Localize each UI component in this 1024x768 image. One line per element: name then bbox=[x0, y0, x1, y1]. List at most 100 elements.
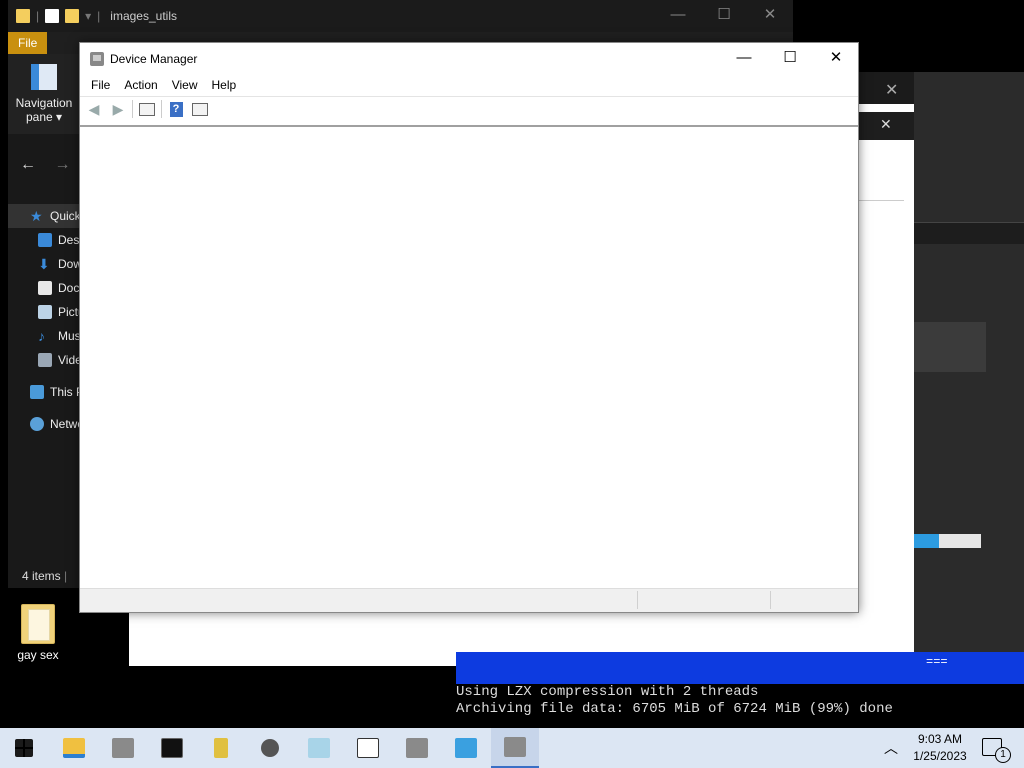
help-icon[interactable]: ? bbox=[166, 99, 186, 119]
device-manager-icon bbox=[504, 737, 526, 757]
tree-item-label: Network bbox=[50, 417, 80, 431]
tree-item-music[interactable]: ♪ Music bbox=[8, 324, 80, 348]
background-dialog: ✕ bbox=[856, 112, 914, 140]
background-box bbox=[914, 322, 986, 372]
divider bbox=[858, 200, 904, 201]
new-folder-icon[interactable] bbox=[65, 9, 80, 23]
device-manager-icon bbox=[112, 738, 134, 758]
device-manager-icon bbox=[90, 51, 104, 66]
tree-item-desktop[interactable]: Desktop bbox=[8, 228, 80, 252]
back-arrow-icon[interactable]: ◀ bbox=[84, 99, 104, 119]
minimize-button[interactable]: — bbox=[655, 0, 701, 32]
navigation-pane-button[interactable]: Navigation pane ▾ bbox=[14, 64, 74, 124]
console-line: Using LZX compression with 2 threads bbox=[456, 684, 759, 700]
navigation-tree: ★ Quick access Desktop ⬇ Downloads Docum… bbox=[8, 204, 80, 436]
notification-badge: 1 bbox=[995, 747, 1011, 763]
window-title: images_utils bbox=[110, 9, 177, 23]
documents-icon bbox=[38, 281, 52, 295]
command-prompt-icon bbox=[161, 738, 183, 758]
view-glyph bbox=[192, 102, 208, 116]
tree-item-documents[interactable]: Documents bbox=[8, 276, 80, 300]
help-glyph: ? bbox=[169, 101, 183, 117]
taskbar-sheet[interactable] bbox=[344, 728, 392, 768]
view-icon[interactable] bbox=[190, 99, 210, 119]
maximize-button[interactable]: ☐ bbox=[767, 43, 813, 74]
properties-icon[interactable] bbox=[45, 9, 60, 23]
forward-arrow-icon[interactable]: ▶ bbox=[108, 99, 128, 119]
download-icon: ⬇ bbox=[38, 256, 50, 272]
close-button[interactable]: ✕ bbox=[747, 0, 793, 32]
taskbar-registry[interactable] bbox=[197, 728, 245, 768]
minimize-button[interactable]: — bbox=[721, 43, 767, 74]
device-manager-icon bbox=[406, 738, 428, 758]
desktop-folder-icon[interactable]: gay sex bbox=[10, 604, 66, 662]
taskbar: ︿ 9:03 AM 1/25/2023 1 bbox=[0, 728, 1024, 768]
star-icon: ★ bbox=[30, 208, 43, 224]
taskbar-file-explorer[interactable] bbox=[50, 728, 98, 768]
device-tree-pane[interactable] bbox=[80, 125, 858, 587]
forward-arrow-icon[interactable]: → bbox=[54, 156, 70, 173]
desktop-icon-label: gay sex bbox=[17, 648, 59, 662]
file-explorer-icon bbox=[63, 738, 85, 758]
menu-help[interactable]: Help bbox=[205, 78, 244, 92]
sheet-icon bbox=[357, 738, 379, 758]
taskbar-drive[interactable] bbox=[295, 728, 343, 768]
taskbar-device-manager-active[interactable] bbox=[491, 728, 539, 768]
tree-item-network[interactable]: Network bbox=[8, 412, 80, 436]
background-dark-window bbox=[914, 72, 1024, 660]
progress-fill bbox=[914, 534, 939, 548]
music-icon: ♪ bbox=[38, 328, 45, 344]
tree-item-label: Documents bbox=[58, 281, 80, 295]
navigation-pane-label: Navigation pane bbox=[15, 96, 73, 124]
clock[interactable]: 9:03 AM 1/25/2023 bbox=[912, 731, 968, 765]
folder-icon bbox=[21, 604, 55, 644]
background-progress-bar bbox=[914, 534, 981, 548]
tab-file[interactable]: File bbox=[8, 32, 48, 54]
tree-item-this-pc[interactable]: This PC bbox=[8, 380, 80, 404]
properties-icon[interactable] bbox=[137, 99, 157, 119]
chevron-up-icon[interactable]: ︿ bbox=[884, 738, 898, 758]
tree-item-downloads[interactable]: ⬇ Downloads bbox=[8, 252, 80, 276]
back-arrow-icon[interactable]: ← bbox=[20, 156, 36, 173]
menu-view[interactable]: View bbox=[165, 78, 205, 92]
background-toolbar bbox=[914, 222, 1024, 244]
nav-arrows: ← → bbox=[20, 156, 70, 174]
tree-item-label: This PC bbox=[50, 385, 80, 399]
item-count: 4 items bbox=[22, 569, 61, 583]
folder-icon bbox=[16, 9, 30, 23]
notification-icon[interactable]: 1 bbox=[982, 738, 1011, 763]
start-button[interactable] bbox=[0, 728, 48, 768]
console-banner: === bbox=[456, 652, 1024, 684]
tree-item-label: Desktop bbox=[58, 233, 80, 247]
pictures-icon bbox=[38, 305, 52, 319]
divider: | bbox=[97, 9, 101, 23]
taskbar-device-manager-2[interactable] bbox=[393, 728, 441, 768]
taskbar-device-manager[interactable] bbox=[99, 728, 147, 768]
divider: | bbox=[36, 9, 40, 23]
close-icon[interactable]: ✕ bbox=[885, 80, 898, 100]
network-icon bbox=[30, 417, 44, 431]
taskbar-command-prompt[interactable] bbox=[148, 728, 196, 768]
menu-file[interactable]: File bbox=[84, 78, 117, 92]
desktop-icon bbox=[38, 233, 52, 247]
registry-key-icon bbox=[214, 738, 228, 758]
taskbar-settings[interactable] bbox=[246, 728, 294, 768]
drive-icon bbox=[308, 738, 330, 758]
menu-action[interactable]: Action bbox=[117, 78, 164, 92]
toolbar: ◀ ▶ ? bbox=[80, 96, 858, 121]
close-button[interactable]: ✕ bbox=[813, 43, 859, 74]
menu-bar: File Action View Help bbox=[80, 74, 858, 96]
taskbar-control-panel[interactable] bbox=[442, 728, 490, 768]
tree-item-videos[interactable]: Videos bbox=[8, 348, 80, 372]
divider bbox=[637, 591, 638, 609]
divider bbox=[161, 100, 162, 118]
tree-item-quick-access[interactable]: ★ Quick access bbox=[8, 204, 80, 228]
customize-quick-access-icon[interactable]: ▾ bbox=[85, 9, 91, 23]
tree-item-label: Quick access bbox=[50, 209, 80, 223]
maximize-button[interactable]: ☐ bbox=[701, 0, 747, 32]
close-icon[interactable]: ✕ bbox=[880, 116, 892, 133]
tree-item-label: Pictures bbox=[58, 305, 80, 319]
tree-item-pictures[interactable]: Pictures bbox=[8, 300, 80, 324]
console-line: Archiving file data: 6705 MiB of 6724 Mi… bbox=[456, 701, 893, 717]
tree-item-label: Downloads bbox=[58, 257, 80, 271]
